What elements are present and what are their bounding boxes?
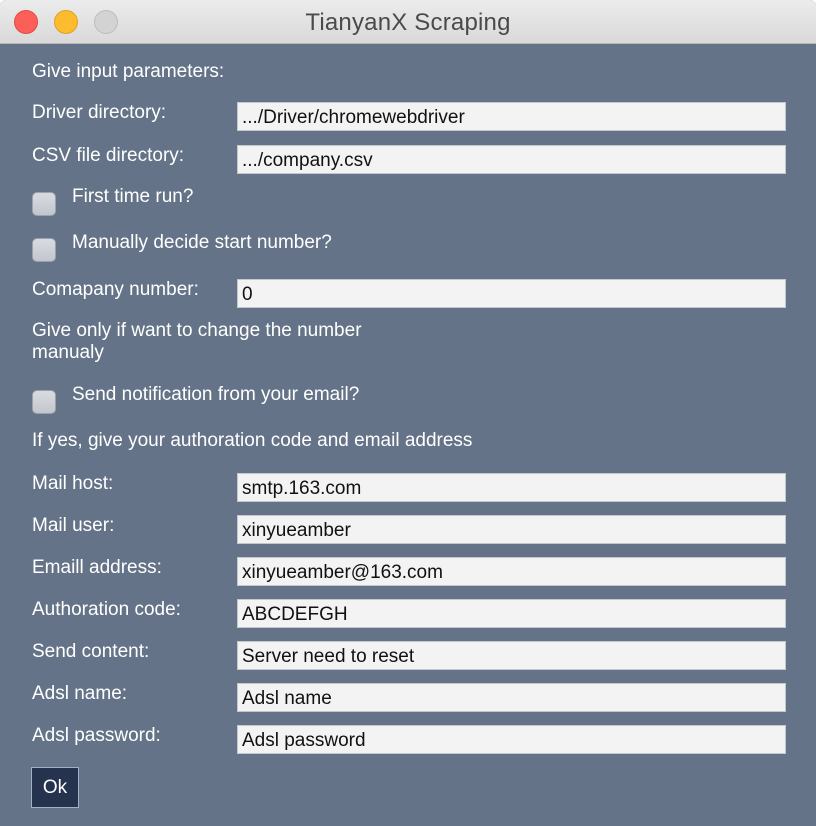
email-address-label: Emaill address: [32,557,162,578]
mail-host-input[interactable] [237,473,786,502]
company-number-hint: Give only if want to change the number m… [32,320,362,363]
manual-start-label: Manually decide start number? [72,232,332,253]
send-content-label: Send content: [32,641,150,662]
adsl-password-label: Adsl password: [32,725,161,746]
send-notification-checkbox[interactable] [32,390,56,414]
csv-directory-label: CSV file directory: [32,145,185,166]
window-title: TianyanX Scraping [305,9,511,36]
first-run-label: First time run? [72,186,194,207]
email-address-input[interactable] [237,557,786,586]
adsl-password-input[interactable] [237,725,786,754]
title-bar: TianyanX Scraping [0,0,816,44]
ok-button[interactable]: Ok [31,767,79,808]
mail-user-label: Mail user: [32,515,115,536]
mail-host-label: Mail host: [32,473,114,494]
csv-directory-input[interactable] [237,145,786,174]
authoration-code-input[interactable] [237,599,786,628]
adsl-name-label: Adsl name: [32,683,128,704]
authoration-code-label: Authoration code: [32,599,181,620]
intro-text: Give input parameters: [32,61,225,82]
company-number-label: Comapany number: [32,279,199,300]
first-run-checkbox[interactable] [32,192,56,216]
driver-directory-input[interactable] [237,102,786,131]
mail-user-input[interactable] [237,515,786,544]
manual-start-checkbox[interactable] [32,238,56,262]
send-notification-label: Send notification from your email? [72,384,360,405]
app-window: TianyanX Scraping Give input parameters:… [0,0,816,826]
email-hint-text: If yes, give your authoration code and e… [32,430,473,451]
adsl-name-input[interactable] [237,683,786,712]
company-number-input[interactable] [237,279,786,308]
driver-directory-label: Driver directory: [32,102,167,123]
send-content-input[interactable] [237,641,786,670]
